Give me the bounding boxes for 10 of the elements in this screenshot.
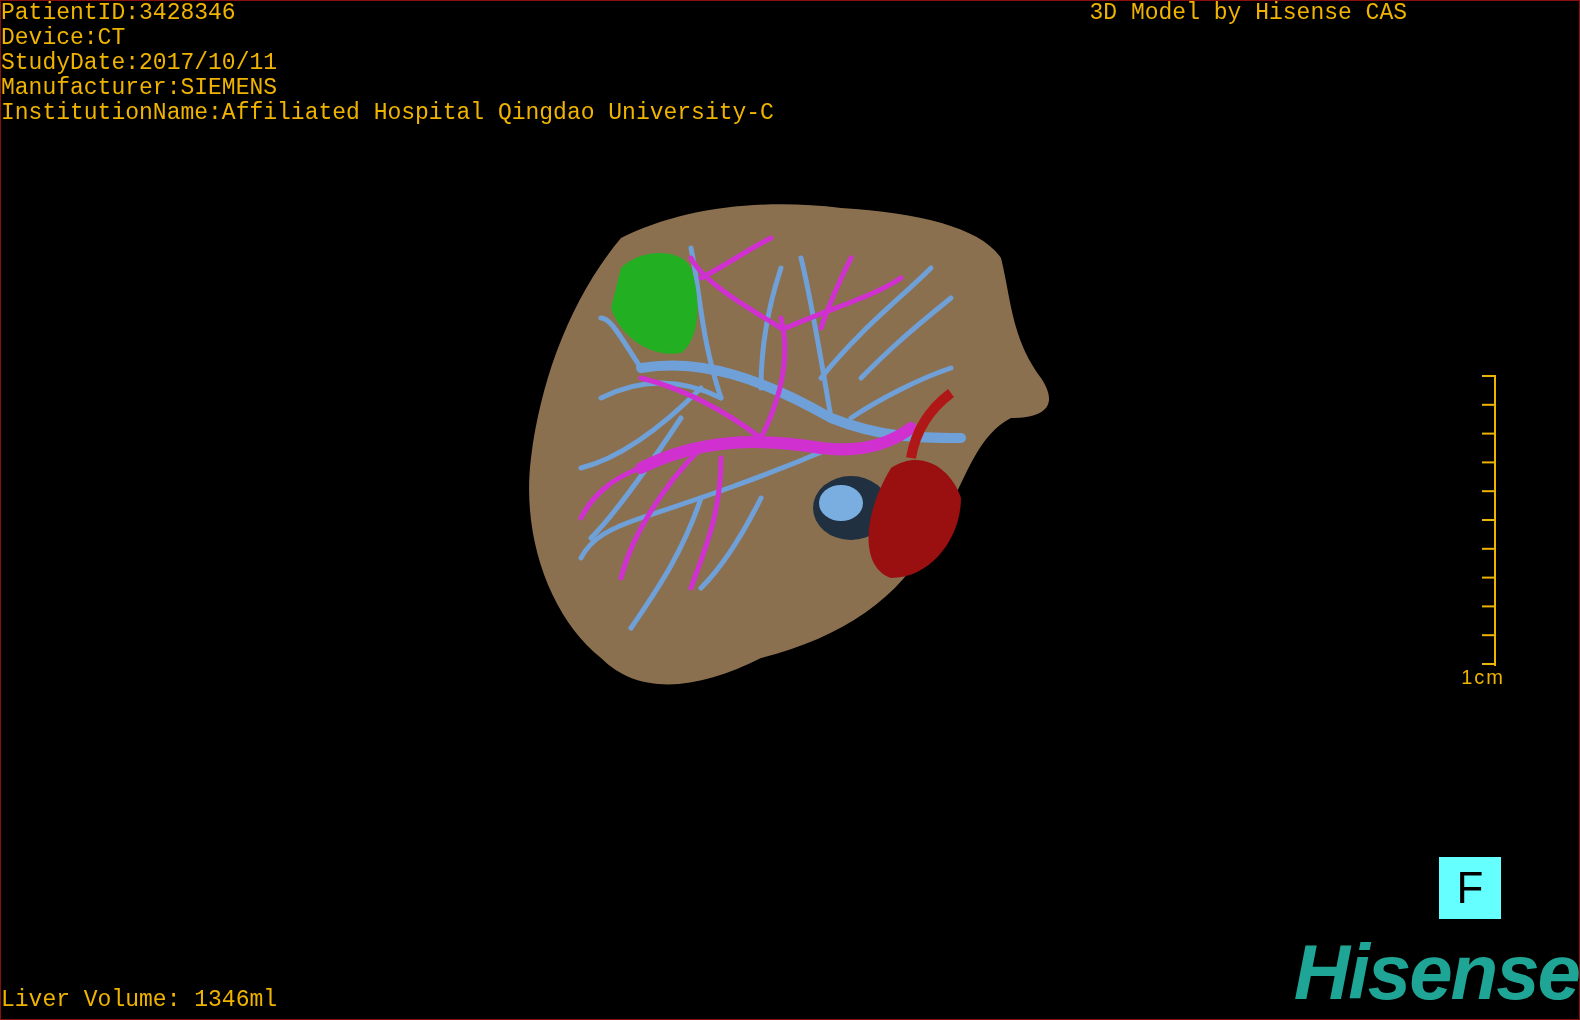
patient-info-text: Manufacturer:SIEMENS (1, 76, 279, 101)
patient-info-text: Device:CT (1, 26, 127, 51)
viewer-title: 3D Model by Hisense CAS (1089, 1, 1407, 28)
patient-info-text: PatientID:3428346 (1, 1, 237, 26)
scale-label: 1cm (1461, 666, 1505, 688)
patient-info-text: StudyDate:2017/10/11 (1, 51, 279, 76)
patient-info-text: InstitutionName:Affiliated Hospital Qingdao University-C (1, 101, 774, 126)
orientation-marker: F (1439, 857, 1501, 919)
brand-logo: Hisense (1293, 933, 1579, 1011)
liver-volume-text: Liver Volume: 1346ml (1, 988, 278, 1013)
